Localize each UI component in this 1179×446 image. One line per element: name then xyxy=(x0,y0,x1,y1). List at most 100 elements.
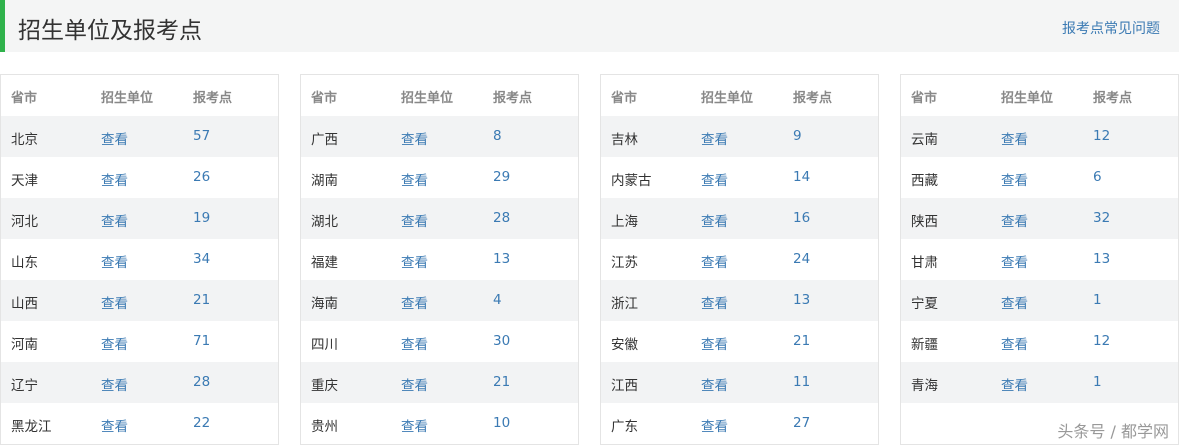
column-header: 报考点 xyxy=(193,91,233,106)
exam-site-count: 57 xyxy=(193,128,211,144)
column-header: 报考点 xyxy=(493,91,533,106)
exam-site-count: 19 xyxy=(193,210,211,226)
view-link[interactable]: 查看 xyxy=(701,292,728,312)
column-header: 省市 xyxy=(911,91,938,106)
table-row: 上海 查看 16 xyxy=(601,198,878,239)
exam-site-count: 29 xyxy=(493,169,511,185)
exam-site-count: 6 xyxy=(1093,169,1102,185)
province-name: 福建 xyxy=(311,255,338,271)
exam-site-count: 12 xyxy=(1093,333,1111,349)
column-header: 招生单位 xyxy=(1001,91,1054,106)
exam-site-count: 30 xyxy=(493,333,511,349)
view-link[interactable]: 查看 xyxy=(401,251,428,271)
exam-site-count: 24 xyxy=(793,251,811,267)
view-link[interactable]: 查看 xyxy=(1001,374,1028,394)
view-link[interactable]: 查看 xyxy=(401,169,428,189)
table-row: 江西 查看 11 xyxy=(601,362,878,403)
province-name: 江苏 xyxy=(611,255,638,271)
view-link[interactable]: 查看 xyxy=(101,374,128,394)
province-table: 省市 招生单位 报考点 广西 查看 8 湖南 查看 29 湖北 查看 28 福建 查看 13 海南 查看 4 四川查… xyxy=(300,74,579,445)
province-name: 海南 xyxy=(311,296,338,312)
view-link[interactable]: 查看 xyxy=(401,128,428,148)
view-link[interactable]: 查看 xyxy=(701,169,728,189)
table-header-row: 省市 招生单位 报考点 xyxy=(301,75,578,116)
view-link[interactable]: 查看 xyxy=(101,292,128,312)
view-link[interactable]: 查看 xyxy=(401,292,428,312)
table-row: 山西 查看 21 xyxy=(1,280,278,321)
view-link[interactable]: 查看 xyxy=(701,415,728,435)
view-link[interactable]: 查看 xyxy=(101,210,128,230)
view-link[interactable]: 查看 xyxy=(701,374,728,394)
view-link[interactable]: 查看 xyxy=(1001,210,1028,230)
table-row: 山东 查看 34 xyxy=(1,239,278,280)
view-link[interactable]: 查看 xyxy=(401,333,428,353)
view-link[interactable]: 查看 xyxy=(1001,169,1028,189)
exam-site-count: 28 xyxy=(193,374,211,390)
accent-bar xyxy=(0,0,5,52)
province-name: 青海 xyxy=(911,378,938,394)
province-table: 省市 招生单位 报考点 北京 查看 57 天津 查看 26 河北 查看 19 山东 查看 34 山西 查看 21 河… xyxy=(0,74,279,445)
table-header-row: 省市 招生单位 报考点 xyxy=(1,75,278,116)
table-row: 北京 查看 57 xyxy=(1,116,278,157)
province-name: 吉林 xyxy=(611,132,638,148)
view-link[interactable]: 查看 xyxy=(701,251,728,271)
view-link[interactable]: 查看 xyxy=(401,415,428,435)
province-name: 陕西 xyxy=(911,214,938,230)
table-row: 湖南 查看 29 xyxy=(301,157,578,198)
view-link[interactable]: 查看 xyxy=(1001,292,1028,312)
province-table: 省市 招生单位 报考点 吉林 查看 9 内蒙古 查看 14 上海 查看 16 江苏 查看 24 浙江 查看 13 安… xyxy=(600,74,879,445)
province-name: 云南 xyxy=(911,132,938,148)
faq-link[interactable]: 报考点常见问题 xyxy=(1062,18,1160,38)
column-header: 省市 xyxy=(11,91,38,106)
exam-site-count: 10 xyxy=(493,415,511,431)
exam-site-count: 27 xyxy=(793,415,811,431)
table-row: 福建 查看 13 xyxy=(301,239,578,280)
view-link[interactable]: 查看 xyxy=(101,415,128,435)
column-header: 招生单位 xyxy=(401,91,454,106)
province-table: 省市 招生单位 报考点 云南 查看 12 西藏 查看 6 陕西 查看 32 甘肃 查看 13 宁夏 查看 1 新疆查… xyxy=(900,74,1179,445)
table-row: 辽宁 查看 28 xyxy=(1,362,278,403)
exam-site-count: 11 xyxy=(793,374,811,390)
view-link[interactable]: 查看 xyxy=(701,210,728,230)
exam-site-count: 28 xyxy=(493,210,511,226)
province-name: 湖北 xyxy=(311,214,338,230)
province-name: 新疆 xyxy=(911,337,938,353)
exam-site-count: 26 xyxy=(193,169,211,185)
page-title: 招生单位及报考点 xyxy=(18,18,202,44)
view-link[interactable]: 查看 xyxy=(1001,251,1028,271)
view-link[interactable]: 查看 xyxy=(101,251,128,271)
table-header-row: 省市 招生单位 报考点 xyxy=(901,75,1178,116)
table-row: 四川 查看 30 xyxy=(301,321,578,362)
table-row: 甘肃 查看 13 xyxy=(901,239,1178,280)
column-header: 招生单位 xyxy=(701,91,754,106)
view-link[interactable]: 查看 xyxy=(101,169,128,189)
table-row: 河南 查看 71 xyxy=(1,321,278,362)
view-link[interactable]: 查看 xyxy=(101,128,128,148)
table-row: 云南 查看 12 xyxy=(901,116,1178,157)
table-row: 陕西 查看 32 xyxy=(901,198,1178,239)
exam-site-count: 13 xyxy=(1093,251,1111,267)
section-header: 招生单位及报考点 报考点常见问题 xyxy=(0,0,1179,52)
table-row: 宁夏 查看 1 xyxy=(901,280,1178,321)
view-link[interactable]: 查看 xyxy=(401,210,428,230)
province-name: 江西 xyxy=(611,378,638,394)
exam-site-count: 1 xyxy=(1093,374,1102,390)
exam-site-count: 21 xyxy=(493,374,511,390)
view-link[interactable]: 查看 xyxy=(1001,333,1028,353)
table-row: 新疆 查看 12 xyxy=(901,321,1178,362)
view-link[interactable]: 查看 xyxy=(701,128,728,148)
view-link[interactable]: 查看 xyxy=(401,374,428,394)
province-name: 山东 xyxy=(11,255,38,271)
province-name: 辽宁 xyxy=(11,378,38,394)
province-name: 安徽 xyxy=(611,337,638,353)
exam-site-count: 4 xyxy=(493,292,502,308)
province-name: 北京 xyxy=(11,132,38,148)
province-name: 西藏 xyxy=(911,173,938,189)
view-link[interactable]: 查看 xyxy=(701,333,728,353)
view-link[interactable]: 查看 xyxy=(101,333,128,353)
view-link[interactable]: 查看 xyxy=(1001,128,1028,148)
exam-site-count: 16 xyxy=(793,210,811,226)
exam-site-count: 32 xyxy=(1093,210,1111,226)
table-row: 广东 查看 27 xyxy=(601,403,878,444)
province-name: 内蒙古 xyxy=(611,173,652,189)
